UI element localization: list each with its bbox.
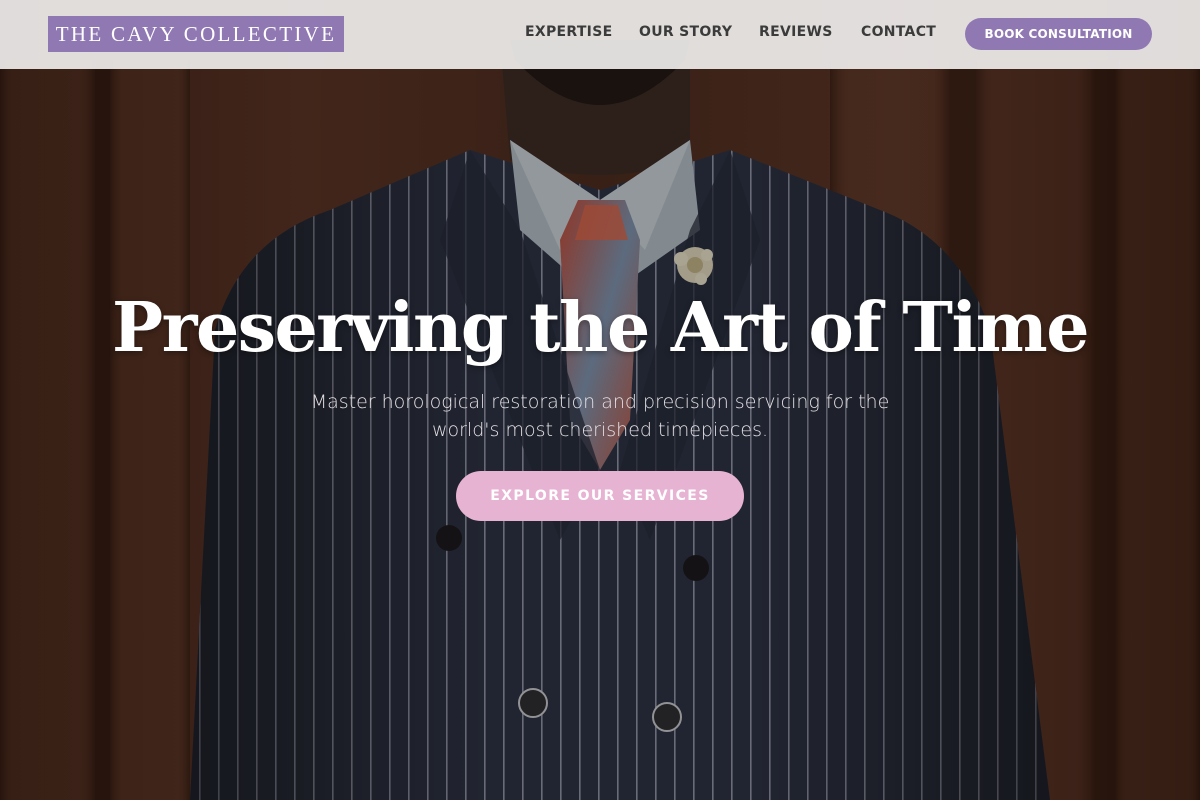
book-consultation-button[interactable]: BOOK CONSULTATION [965,18,1152,50]
site-header: THE CAVY COLLECTIVE EXPERTISE OUR STORY … [0,0,1200,69]
hero-title: Preserving the Art of Time [112,288,1090,368]
explore-services-button[interactable]: EXPLORE OUR SERVICES [456,471,744,521]
hero-content: Preserving the Art of Time Master horolo… [0,0,1200,800]
nav-link-contact[interactable]: CONTACT [861,24,936,40]
hero-subtitle: Master horological restoration and preci… [310,391,890,441]
nav-link-reviews[interactable]: REVIEWS [759,24,833,40]
brand-logo[interactable]: THE CAVY COLLECTIVE [48,16,344,52]
nav-link-expertise[interactable]: EXPERTISE [525,24,612,40]
nav-link-our-story[interactable]: OUR STORY [639,24,732,40]
